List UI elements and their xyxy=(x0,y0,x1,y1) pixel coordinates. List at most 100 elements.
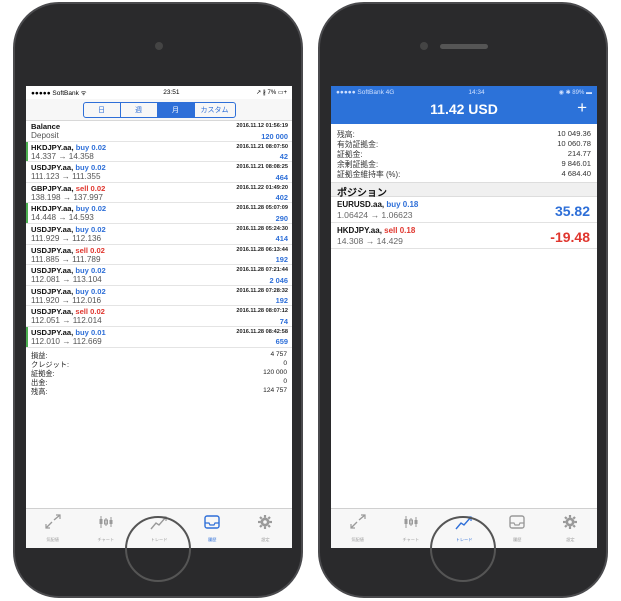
segment-option[interactable]: 日 xyxy=(84,102,121,117)
carrier-label: ●●●●● SoftBank 4G xyxy=(336,89,395,96)
new-order-button[interactable]: + xyxy=(577,98,587,118)
balance-row[interactable]: Balance 2016.11.12 01:56:19 Deposit 120 … xyxy=(26,121,292,142)
trade-row[interactable]: USDJPY.aa, sell 0.02 2016.11.28 06:13:44 1… xyxy=(26,245,292,266)
trade-prices: 112.081 → 113.104 xyxy=(31,275,102,285)
trade-date: 2016.11.28 08:07:12 xyxy=(236,308,288,315)
account-value: 4 684.40 xyxy=(561,169,591,178)
summary-label: 証拠金: xyxy=(31,368,55,378)
home-button[interactable] xyxy=(430,516,496,582)
trade-row[interactable]: HKDJPY.aa, buy 0.02 2016.11.28 05:07:09 14… xyxy=(26,203,292,224)
account-label: 証拠金維持率 (%): xyxy=(337,170,401,179)
carrier-label: ●●●●● SoftBank ᯤ xyxy=(31,90,87,97)
trade-prices: 138.198 → 137.997 xyxy=(31,192,103,202)
trade-date: 2016.11.21 08:08:25 xyxy=(236,164,288,171)
trade-row[interactable]: USDJPY.aa, buy 0.02 2016.11.28 05:24:30 11… xyxy=(26,224,292,245)
status-bar: ●●●●● SoftBank 4G 14:34 ◉ ✱ 89% ▬ xyxy=(331,86,597,99)
tab-history[interactable]: 履歴 xyxy=(186,509,239,548)
account-row: 残高: 10 049.36 xyxy=(337,129,591,139)
trade-date: 2016.11.28 07:28:32 xyxy=(236,287,288,294)
tab-label: 履歴 xyxy=(513,537,522,542)
trade-row[interactable]: USDJPY.aa, sell 0.02 2016.11.28 08:07:12 1… xyxy=(26,306,292,327)
account-value: 214.77 xyxy=(567,149,591,158)
positions-header: ポジション xyxy=(331,182,597,199)
trade-prices: 112.010 → 112.669 xyxy=(31,336,102,346)
segment-option[interactable]: 月 xyxy=(157,102,195,117)
trade-side: buy 0.01 xyxy=(75,327,106,337)
home-button[interactable] xyxy=(125,516,191,582)
profit-title: 11.42 USD xyxy=(430,101,498,117)
summary-value: 0 xyxy=(283,377,287,385)
summary-row: 残高: 124 757 xyxy=(31,387,287,396)
account-label: 有効証拠金: xyxy=(337,140,379,149)
summary-label: 残高: xyxy=(31,386,48,396)
position-row[interactable]: HKDJPY.aa, sell 0.18 14.308 → 14.429 -19.4… xyxy=(331,223,597,249)
trade-date: 2016.11.21 08:07:50 xyxy=(236,143,288,150)
trade-symbol: HKDJPY.aa, xyxy=(31,204,74,214)
tab-history[interactable]: 履歴 xyxy=(491,509,544,548)
trade-title: USDJPY.aa, buy 0.01 xyxy=(31,328,106,337)
trade-row[interactable]: GBPJPY.aa, sell 0.02 2016.11.22 01:49:20 1… xyxy=(26,183,292,204)
tab-settings[interactable]: 設定 xyxy=(544,509,597,548)
trade-side: sell 0.02 xyxy=(75,183,106,193)
trade-title: USDJPY.aa, buy 0.02 xyxy=(31,287,106,296)
summary-label: 損益: xyxy=(31,350,48,360)
clock: 23:51 xyxy=(163,89,180,96)
tab-quotes[interactable]: 気配値 xyxy=(331,509,384,548)
trade-title: USDJPY.aa, buy 0.02 xyxy=(31,225,106,234)
trade-profit: 2 046 xyxy=(269,275,289,285)
balance-type: Deposit xyxy=(31,131,59,140)
history-icon xyxy=(508,514,526,535)
segment-option[interactable]: 週 xyxy=(121,102,158,117)
trade-row[interactable]: HKDJPY.aa, buy 0.02 2016.11.21 08:07:50 14… xyxy=(26,141,292,163)
tab-label: 気配値 xyxy=(351,537,364,542)
trade-row[interactable]: USDJPY.aa, buy 0.01 2016.11.28 08:42:58 11… xyxy=(26,326,292,348)
tab-label: 気配値 xyxy=(46,537,59,542)
tab-chart[interactable]: チャート xyxy=(384,509,437,548)
tab-chart[interactable]: チャート xyxy=(79,509,132,548)
trade-screen: ●●●●● SoftBank 4G 14:34 ◉ ✱ 89% ▬ 11.42 … xyxy=(331,86,597,548)
settings-icon xyxy=(561,514,579,535)
trade-title: HKDJPY.aa, buy 0.02 xyxy=(31,143,106,152)
summary-row: 損益: 4 757 xyxy=(31,351,287,360)
balance-amount: 120 000 xyxy=(261,131,288,141)
summary-value: 0 xyxy=(283,359,287,367)
summary-row: クレジット: 0 xyxy=(31,360,287,369)
segment-option[interactable]: カスタム xyxy=(195,103,235,117)
trade-title: USDJPY.aa, sell 0.02 xyxy=(31,246,105,255)
account-value: 10 060.78 xyxy=(557,139,591,148)
trade-profit: 192 xyxy=(275,296,288,306)
earpiece-speaker xyxy=(440,44,488,49)
trade-prices: 111.885 → 111.789 xyxy=(31,254,101,264)
account-value: 10 049.36 xyxy=(557,129,591,138)
chart-icon xyxy=(97,514,115,535)
tab-label: チャート xyxy=(402,537,420,542)
position-row[interactable]: EURUSD.aa, buy 0.18 1.06424 → 1.06623 35.8… xyxy=(331,197,597,223)
tab-label: 設定 xyxy=(261,537,270,542)
trade-date: 2016.11.22 01:49:20 xyxy=(236,184,288,191)
trade-row[interactable]: USDJPY.aa, buy 0.02 2016.11.28 07:21:44 11… xyxy=(26,265,292,286)
trade-profit: 192 xyxy=(275,255,288,265)
tab-label: チャート xyxy=(97,537,115,542)
trade-profit: 290 xyxy=(275,213,288,223)
quotes-icon xyxy=(349,514,367,535)
position-symbol: HKDJPY.aa, xyxy=(337,226,382,235)
front-camera xyxy=(420,42,428,50)
trade-profit: 402 xyxy=(275,193,288,203)
position-profit: 35.82 xyxy=(554,203,590,219)
tab-settings[interactable]: 設定 xyxy=(239,509,292,548)
summary-label: 出金: xyxy=(31,377,48,387)
summary-value: 4 757 xyxy=(270,350,287,358)
trade-row[interactable]: USDJPY.aa, buy 0.02 2016.11.21 08:08:25 11… xyxy=(26,162,292,183)
settings-icon xyxy=(256,514,274,535)
position-symbol: EURUSD.aa, xyxy=(337,200,385,209)
trade-prices: 111.123 → 111.355 xyxy=(31,172,101,182)
balance-title: Balance xyxy=(31,122,61,131)
trade-symbol: USDJPY.aa, xyxy=(31,327,74,337)
clock: 14:34 xyxy=(468,89,485,96)
trade-profit: 414 xyxy=(275,234,288,244)
account-row: 余剰証拠金: 9 846.01 xyxy=(337,159,591,169)
tab-quotes[interactable]: 気配値 xyxy=(26,509,79,548)
position-prices: 14.308 → 14.429 xyxy=(337,236,403,246)
status-icons: ◉ ✱ 89% ▬ xyxy=(558,90,592,96)
trade-row[interactable]: USDJPY.aa, buy 0.02 2016.11.28 07:28:32 11… xyxy=(26,286,292,307)
